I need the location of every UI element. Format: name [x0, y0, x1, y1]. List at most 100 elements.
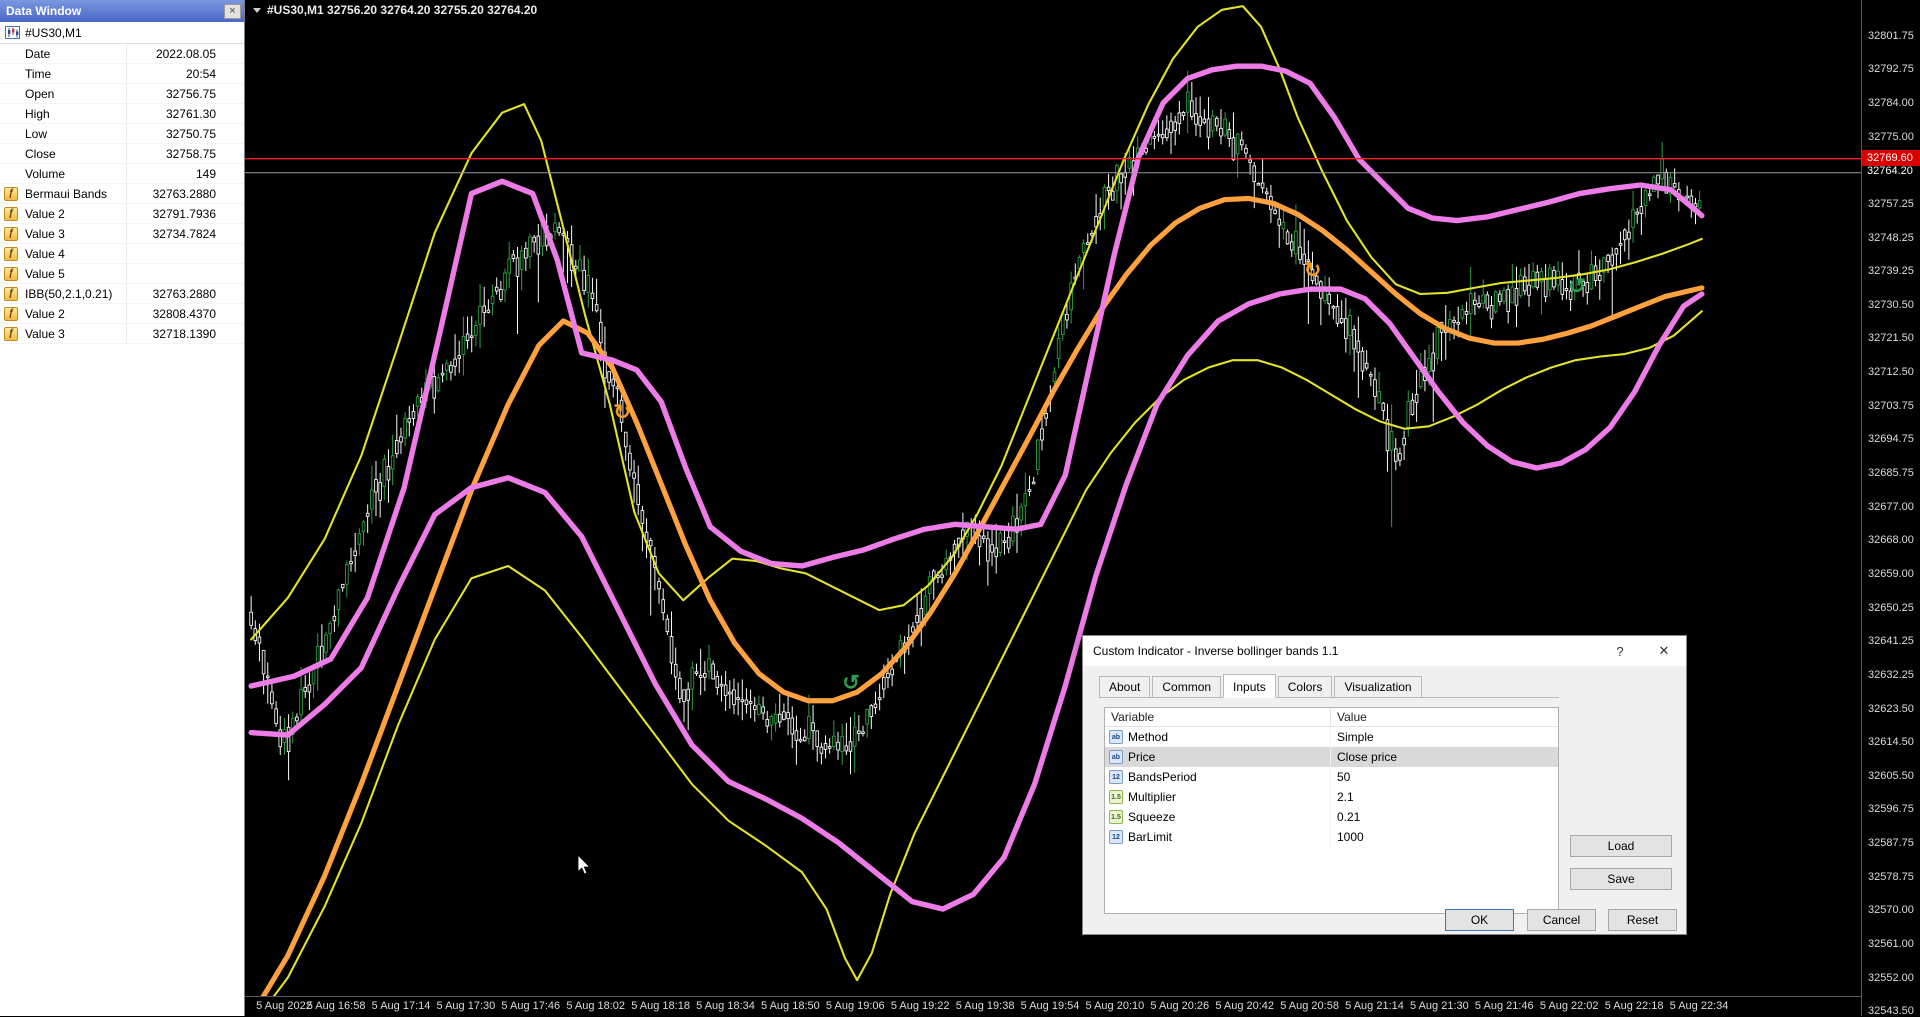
data-window-row-value: 2022.08.05: [155, 46, 216, 61]
price-axis-label: 32552.00: [1868, 971, 1914, 984]
function-icon: ƒ: [4, 227, 18, 241]
reset-button[interactable]: Reset: [1608, 909, 1677, 931]
signal-arrow-icon: ↻: [1304, 259, 1321, 282]
data-window-titlebar[interactable]: Data Window ×: [0, 0, 244, 22]
price-axis-label: 32694.75: [1868, 433, 1914, 446]
input-row[interactable]: 1.5 Multiplier 2.1: [1105, 787, 1558, 807]
data-window-row[interactable]: ƒ Bermaui Bands 32763.2880: [0, 184, 244, 204]
input-row[interactable]: 12 BarLimit 1000: [1105, 827, 1558, 847]
price-axis[interactable]: 32543.50 32552.00 32561.00 32570.00 32578.75…: [1861, 0, 1920, 1017]
close-icon[interactable]: ✕: [1642, 636, 1686, 666]
inputs-table-body: ab Method Simple ab Price Close price 12 BandsP…: [1105, 727, 1558, 847]
int-type-icon: 12: [1109, 770, 1123, 784]
dialog-tab-colors[interactable]: Colors: [1277, 676, 1333, 698]
data-window-row-value: 32763.2880: [152, 286, 216, 301]
data-window-row[interactable]: Time 20:54: [0, 64, 244, 84]
dialog-tab-inputs[interactable]: Inputs: [1223, 674, 1276, 698]
data-window-row[interactable]: ƒ Value 3 32734.7824: [0, 224, 244, 244]
time-axis-label: 5 Aug 18:18: [631, 1000, 690, 1012]
data-window-row-value: 32718.1390: [152, 326, 216, 341]
price-axis-label: 32659.00: [1868, 567, 1914, 580]
data-window-row[interactable]: ƒ Value 4: [0, 244, 244, 264]
time-axis-label: 5 Aug 21:14: [1345, 1000, 1404, 1012]
time-axis-label: 5 Aug 20:26: [1150, 1000, 1210, 1012]
time-axis-label: 5 Aug 19:38: [955, 1000, 1015, 1012]
data-window-row[interactable]: Low 32750.75: [0, 124, 244, 144]
data-window-row[interactable]: ƒ Value 2 32791.7936: [0, 204, 244, 224]
load-button[interactable]: Load: [1570, 835, 1672, 857]
input-row[interactable]: ab Method Simple: [1105, 727, 1558, 747]
time-axis-label: 5 Aug 18:50: [761, 1000, 820, 1012]
inputs-table[interactable]: Variable Value ab Method Simple ab Price Clos…: [1104, 707, 1559, 914]
bermaui-band-upper: [250, 5, 1703, 641]
red-line-price-tag: 32769.60: [1862, 150, 1920, 166]
cancel-button[interactable]: Cancel: [1527, 909, 1596, 931]
dialog-title: Custom Indicator - Inverse bollinger ban…: [1093, 644, 1339, 658]
data-window-row[interactable]: Close 32758.75: [0, 144, 244, 164]
input-variable-cell: 12 BandsPeriod: [1105, 767, 1331, 787]
input-value[interactable]: 1000: [1331, 830, 1558, 844]
time-axis-label: 5 Aug 21:30: [1410, 1000, 1469, 1012]
column-header-value[interactable]: Value: [1331, 708, 1558, 726]
enum-type-icon: ab: [1109, 730, 1123, 744]
price-axis-label: 32570.00: [1868, 904, 1914, 917]
price-axis-label: 32757.25: [1868, 197, 1914, 210]
data-window-symbol-row[interactable]: #US30,M1: [0, 22, 244, 44]
data-window-row-value: 149: [195, 166, 216, 181]
signal-arrow-icon: ↻: [613, 401, 630, 424]
price-axis-label: 32712.50: [1868, 366, 1914, 379]
input-variable-name: Squeeze: [1128, 810, 1176, 824]
input-row[interactable]: 12 BandsPeriod 50: [1105, 767, 1558, 787]
data-window-row[interactable]: High 32761.30: [0, 104, 244, 124]
data-window-row[interactable]: Open 32756.75: [0, 84, 244, 104]
data-window-row[interactable]: Volume 149: [0, 164, 244, 184]
data-window-row-label: Volume: [0, 164, 127, 183]
data-window-row-label: Date: [0, 44, 127, 63]
time-axis-label: 5 Aug 18:34: [696, 1000, 755, 1012]
data-window-row[interactable]: ƒ IBB(50,2.1,0.21) 32763.2880: [0, 284, 244, 304]
price-axis-label: 32730.50: [1868, 298, 1914, 311]
column-header-variable[interactable]: Variable: [1105, 708, 1331, 726]
price-axis-label: 32623.50: [1868, 702, 1914, 715]
dialog-tab-common[interactable]: Common: [1152, 676, 1222, 698]
input-value[interactable]: 2.1: [1331, 790, 1558, 804]
chart-dropdown-icon[interactable]: [253, 7, 261, 13]
data-window-rows: Date 2022.08.05 Time 20:54 Open 32756.75 High 3…: [0, 44, 244, 344]
data-window-row[interactable]: Date 2022.08.05: [0, 44, 244, 64]
time-axis-label: 5 Aug 16:58: [306, 1000, 366, 1012]
time-axis-label: 5 Aug 22:02: [1539, 1000, 1599, 1012]
input-row[interactable]: 1.5 Squeeze 0.21: [1105, 807, 1558, 827]
data-window-row-value: 32756.75: [165, 86, 216, 101]
input-value[interactable]: Close price: [1331, 750, 1558, 764]
data-window-row[interactable]: ƒ Value 5: [0, 264, 244, 284]
data-window-row[interactable]: ƒ Value 2 32808.4370: [0, 304, 244, 324]
data-window-row-value: 20:54: [185, 66, 216, 81]
input-variable-name: BandsPeriod: [1128, 770, 1197, 784]
dialog-tab-visualization[interactable]: Visualization: [1334, 676, 1422, 698]
dialog-titlebar[interactable]: Custom Indicator - Inverse bollinger ban…: [1083, 636, 1686, 666]
custom-indicator-dialog: Custom Indicator - Inverse bollinger ban…: [1082, 635, 1687, 935]
time-axis-label: 5 Aug 20:42: [1215, 1000, 1275, 1012]
input-variable-cell: 1.5 Squeeze: [1105, 807, 1331, 827]
data-window-row[interactable]: ƒ Value 3 32718.1390: [0, 324, 244, 344]
input-value[interactable]: Simple: [1331, 730, 1558, 744]
data-window-row-label: High: [0, 104, 127, 123]
input-variable-name: Method: [1128, 730, 1169, 744]
dialog-tab-about[interactable]: About: [1099, 676, 1151, 698]
time-axis-label: 5 Aug 19:22: [890, 1000, 950, 1012]
time-axis-label: 5 Aug 17:14: [371, 1000, 431, 1012]
input-row[interactable]: ab Price Close price: [1105, 747, 1558, 767]
data-window-row-value: 32734.7824: [152, 226, 216, 241]
dialog-tabs: About Common Inputs Colors Visualization: [1099, 674, 1559, 698]
input-value[interactable]: 50: [1331, 770, 1558, 784]
price-axis-label: 32739.25: [1868, 265, 1914, 278]
ok-button[interactable]: OK: [1445, 909, 1514, 931]
save-button[interactable]: Save: [1570, 868, 1672, 890]
close-icon[interactable]: ×: [224, 3, 241, 19]
help-icon[interactable]: ?: [1598, 636, 1642, 666]
input-value[interactable]: 0.21: [1331, 810, 1558, 824]
data-window-row-label: Open: [0, 84, 127, 103]
time-axis[interactable]: 5 Aug 2022 5 Aug 16:58 5 Aug 17:14 5 Aug 17…: [245, 996, 1861, 1016]
chart-ohlc-text: #US30,M1 32756.20 32764.20 32755.20 3276…: [267, 3, 538, 17]
time-axis-label: 5 Aug 20:10: [1085, 1000, 1145, 1012]
